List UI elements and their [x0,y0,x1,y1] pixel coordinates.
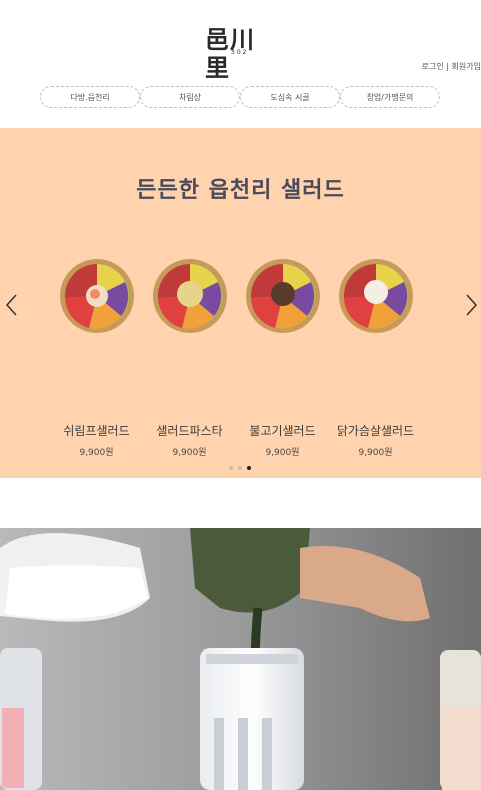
product-name: 쉬림프샐러드 [63,424,130,438]
nav-item-franchise[interactable]: 창업/가맹문의 [340,86,440,108]
pagination-dot-active[interactable] [247,466,251,470]
product-name: 샐러드파스타 [156,424,223,438]
prev-arrow-icon[interactable] [4,293,20,317]
nav-item-dabang[interactable]: 다방.읍천리 [40,86,140,108]
login-link[interactable]: 로그인 [422,62,444,71]
pagination-dot[interactable] [238,466,242,470]
salad-banner: 든든한 읍천리 샐러드 쉬림프샐러드 9,900원 샐러드파스타 9,900원 … [0,128,481,478]
auth-divider: | [443,62,452,71]
carousel-pagination [229,466,251,470]
pagination-dot[interactable] [229,466,233,470]
product-price: 9,900원 [358,448,393,458]
main-nav: 다방.읍천리 차림상 도심속 시골 창업/가맹문의 [40,86,440,108]
bulgogi-salad-bowl-icon [245,259,320,333]
logo-sub: 302 [231,49,249,56]
auth-links: 로그인 | 회원가입 [422,61,481,72]
product-price: 9,900원 [265,448,300,458]
milk-tea-pour-image [0,528,481,790]
banner-title: 든든한 읍천리 샐러드 [136,178,345,203]
product-card[interactable]: 샐러드파스타 9,900원 [143,258,236,458]
brand-logo[interactable]: 邑川里 302 [205,26,277,82]
milk-tea-pour-photo [0,528,481,790]
product-carousel: 쉬림프샐러드 9,900원 샐러드파스타 9,900원 불고기샐러드 9,900… [50,258,430,458]
product-name: 닭가슴살샐러드 [336,424,415,438]
product-price: 9,900원 [172,448,207,458]
site-header: 邑川里 302 로그인 | 회원가입 다방.읍천리 차림상 도심속 시골 창업/… [0,0,481,128]
product-card[interactable]: 닭가슴살샐러드 9,900원 [329,258,422,458]
product-price: 9,900원 [79,448,114,458]
next-arrow-icon[interactable] [463,293,479,317]
product-name: 불고기샐러드 [249,424,316,438]
chicken-salad-bowl-icon [338,259,413,333]
product-card[interactable]: 불고기샐러드 9,900원 [236,258,329,458]
product-card[interactable]: 쉬림프샐러드 9,900원 [50,258,143,458]
signup-link[interactable]: 회원가입 [452,62,481,71]
pasta-salad-bowl-icon [152,259,227,333]
shrimp-salad-bowl-icon [59,259,134,333]
nav-item-menu[interactable]: 차림상 [140,86,240,108]
nav-item-country[interactable]: 도심속 시골 [240,86,340,108]
